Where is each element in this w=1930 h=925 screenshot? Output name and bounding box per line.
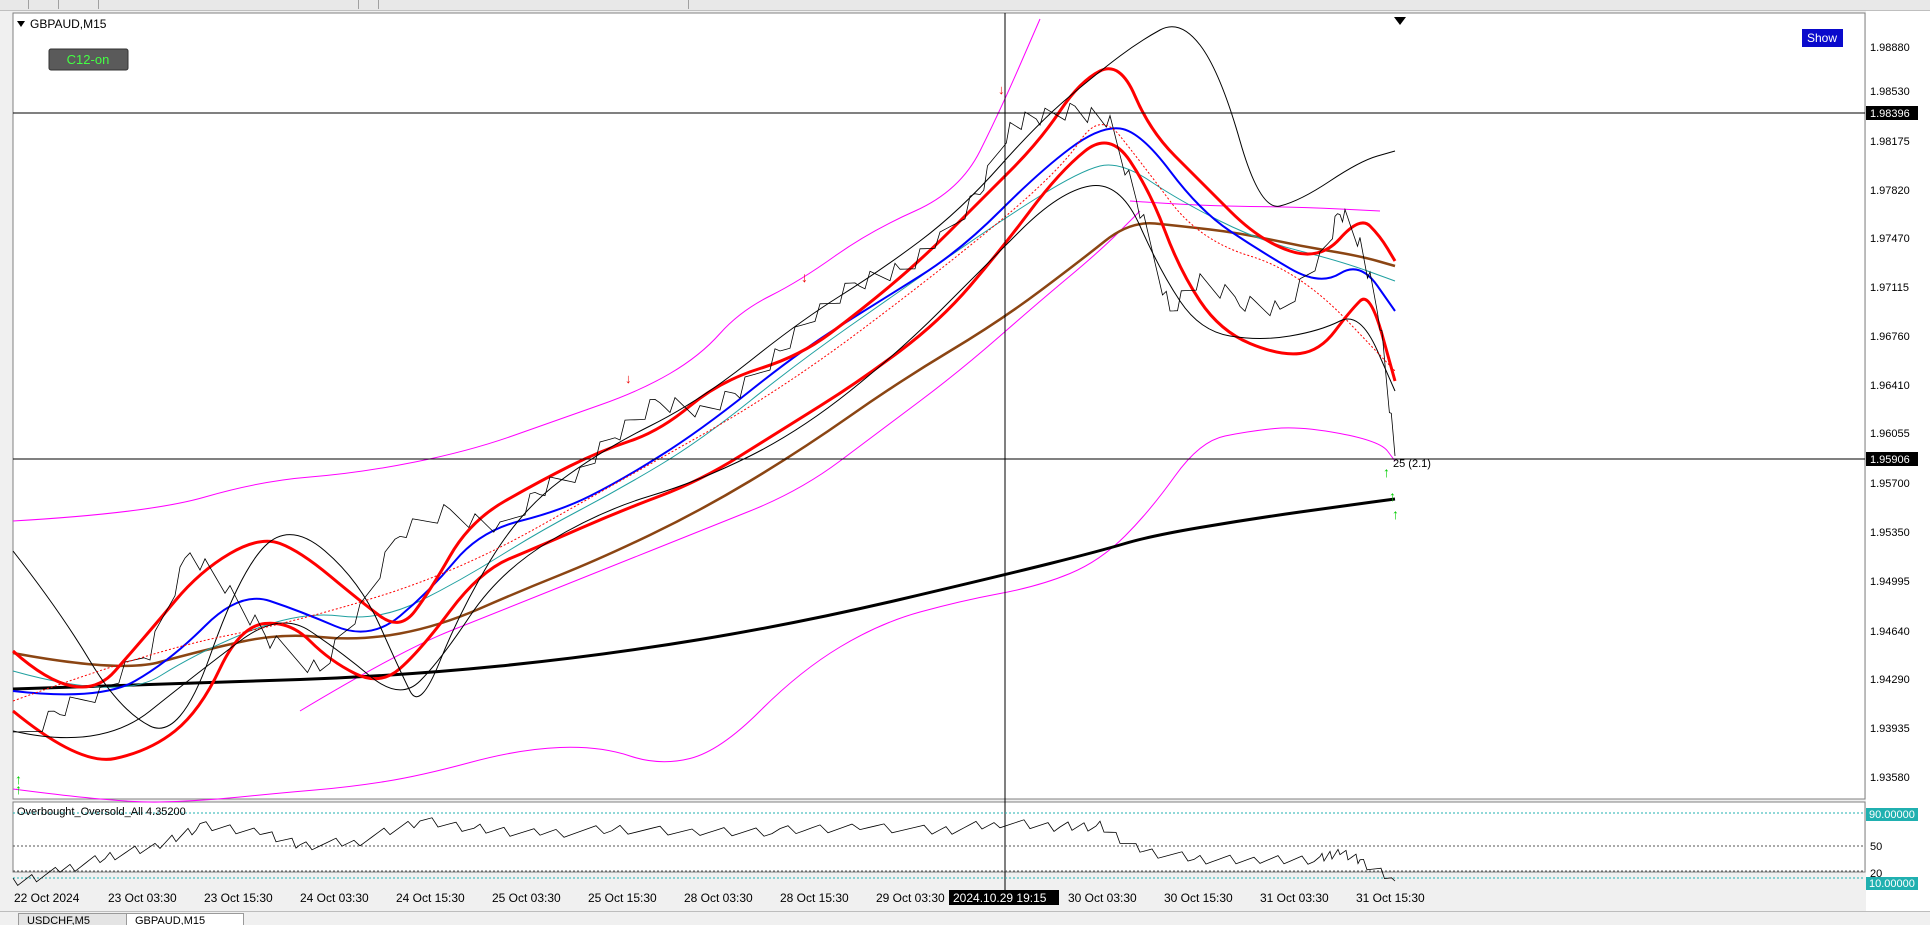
price-tick: 1.97820 [1870,185,1910,197]
price-tick: 1.95350 [1870,527,1910,539]
buy-arrow-icon: ↑ [1389,488,1396,504]
price-tick: 1.97115 [1870,282,1909,294]
svg-text:2024.10.29 19:15: 2024.10.29 19:15 [953,891,1047,905]
show-button-label: Show [1807,31,1837,45]
time-tick: 30 Oct 03:30 [1068,891,1137,905]
arrow-annotation: 25 (2.1) [1393,458,1431,470]
c12-button[interactable]: C12-on [48,48,129,71]
c12-button-label: C12-on [67,52,110,67]
show-button[interactable]: Show [1802,29,1843,47]
buy-arrow-icon: ↑ [1392,506,1399,522]
time-axis: 22 Oct 2024 23 Oct 03:30 23 Oct 15:30 24… [14,891,1425,905]
time-tick: 31 Oct 15:30 [1356,891,1425,905]
buy-arrow-icon: ↑ [15,771,22,787]
price-tick: 1.96055 [1870,428,1910,440]
level-label-lower: 1.95906 [1866,452,1918,466]
sell-arrow-icon: ↓ [801,269,808,285]
level-value: 1.98396 [1870,108,1910,120]
svg-text:10.00000: 10.00000 [1869,878,1915,890]
time-tick: 25 Oct 15:30 [588,891,657,905]
time-tick: 28 Oct 15:30 [780,891,849,905]
toolbar-segment[interactable] [358,0,379,9]
price-tick: 1.97470 [1870,233,1910,245]
price-tick: 1.98175 [1870,136,1910,148]
toolbar-segment[interactable] [378,0,689,9]
toolbar-segment[interactable] [0,0,29,9]
oscillator-title: Overbought_Oversold_All 4.35200 [17,806,186,818]
osc-level-label-90: 90.00000 [1866,808,1918,821]
time-tick: 23 Oct 15:30 [204,891,273,905]
osc-level-label-50: 50 [1870,841,1882,853]
time-tick: 31 Oct 03:30 [1260,891,1329,905]
svg-text:90.00000: 90.00000 [1869,809,1915,821]
crosshair-time-label: 2024.10.29 19:15 [949,890,1059,905]
chart-tabs: USDCHF,M5 GBPAUD,M15 [0,911,1930,925]
price-tick: 1.98880 [1870,42,1910,54]
price-chart[interactable]: GBPAUD,M15 C12-on Show ↓ ↓ ↓ ↑ ↑ ↑ ↑ ↑ 2… [0,11,1930,911]
time-tick: 24 Oct 15:30 [396,891,465,905]
price-tick: 1.96760 [1870,331,1910,343]
price-tick: 1.93935 [1870,723,1910,735]
time-tick: 23 Oct 03:30 [108,891,177,905]
toolbar-segment[interactable] [98,0,359,9]
time-tick: 29 Oct 03:30 [876,891,945,905]
buy-arrow-icon: ↑ [1383,464,1390,480]
price-tick: 1.94995 [1870,576,1910,588]
price-tick: 1.93580 [1870,772,1910,784]
osc-level-label-10: 10.00000 [1866,877,1918,890]
level-value: 1.95906 [1870,454,1910,466]
tab-gbpaud[interactable]: GBPAUD,M15 [126,913,244,925]
time-tick: 25 Oct 03:30 [492,891,561,905]
time-tick: 24 Oct 03:30 [300,891,369,905]
price-tick: 1.94640 [1870,626,1910,638]
sell-arrow-icon: ↓ [625,371,632,386]
price-tick: 1.95700 [1870,478,1910,490]
time-tick: 22 Oct 2024 [14,891,80,905]
level-label-upper: 1.98396 [1866,106,1918,120]
toolbar-segment[interactable] [28,0,59,9]
sell-arrow-icon: ↓ [998,82,1005,97]
time-tick: 30 Oct 15:30 [1164,891,1233,905]
price-tick: 1.98530 [1870,86,1910,98]
symbol-title: GBPAUD,M15 [30,17,107,31]
tab-usdchf[interactable]: USDCHF,M5 [18,913,136,925]
toolbar-segment[interactable] [58,0,99,9]
price-tick: 1.94290 [1870,674,1910,686]
time-tick: 28 Oct 03:30 [684,891,753,905]
top-toolbar [0,0,1930,11]
price-tick: 1.96410 [1870,380,1910,392]
